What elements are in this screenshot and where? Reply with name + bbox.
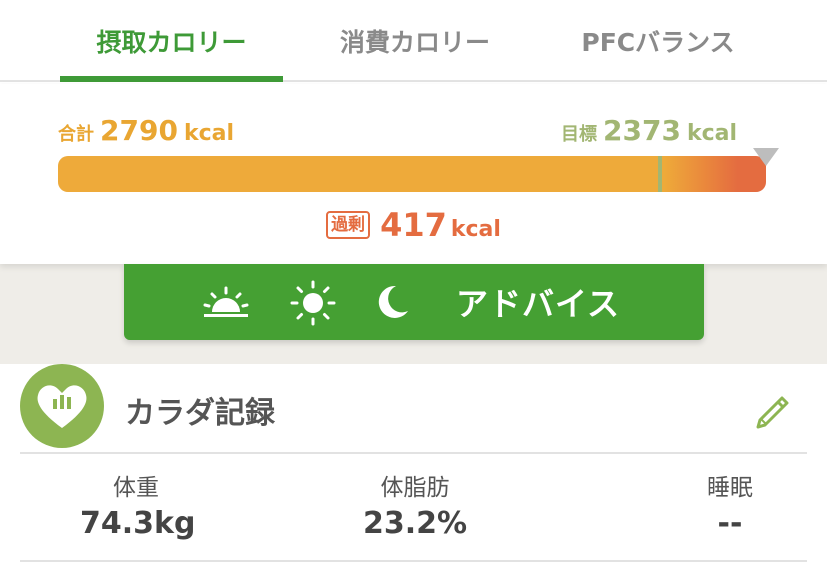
- target-unit: kcal: [686, 121, 737, 146]
- total-value: 2790: [100, 114, 178, 147]
- calorie-summary-card: 合計 2790 kcal 目標 2373 kcal 過剰 417 kcal: [0, 84, 827, 264]
- body-record-section: カラダ記録 体重 74.3kg 体脂肪 23.2% 睡眠 --: [0, 364, 827, 571]
- target-value: 2373: [603, 114, 681, 147]
- tab-intake-calories[interactable]: 摂取カロリー: [60, 0, 283, 82]
- sleep-label: 睡眠: [707, 475, 753, 501]
- advice-button[interactable]: アドバイス: [124, 264, 704, 340]
- total-label: 合計: [58, 124, 94, 145]
- sunrise-icon: [203, 286, 249, 317]
- weight-label: 体重: [113, 475, 159, 501]
- weight-value: 74.3kg: [80, 506, 196, 541]
- tab-burned-calories[interactable]: 消費カロリー: [305, 0, 525, 82]
- body-fat-value: 23.2%: [362, 506, 468, 541]
- target-line: [658, 156, 663, 192]
- active-tab-indicator: [60, 76, 283, 82]
- pencil-icon[interactable]: [752, 388, 794, 430]
- target-calories: 目標 2373 kcal: [561, 114, 737, 147]
- sun-icon: [290, 280, 336, 326]
- metric-weight[interactable]: 体重 74.3kg: [80, 468, 196, 541]
- target-label: 目標: [561, 124, 597, 145]
- tab-bar: 摂取カロリー 消費カロリー PFCバランス: [0, 0, 827, 82]
- moon-icon: [378, 285, 408, 318]
- tab-pfc-balance[interactable]: PFCバランス: [548, 0, 768, 82]
- sleep-value: --: [717, 506, 743, 541]
- total-unit: kcal: [183, 121, 234, 146]
- divider: [20, 452, 807, 454]
- excess-value: 417: [380, 206, 447, 244]
- excess-unit: kcal: [450, 217, 501, 242]
- advice-label: アドバイス: [456, 285, 621, 323]
- calorie-progress-bar: [58, 156, 766, 192]
- excess-badge: 過剰: [326, 211, 371, 239]
- body-record-title: カラダ記録: [125, 396, 275, 431]
- target-marker-icon: [753, 148, 779, 166]
- excess-calories: 過剰 417 kcal: [0, 206, 827, 244]
- metric-sleep[interactable]: 睡眠 --: [688, 468, 772, 541]
- divider: [20, 560, 807, 562]
- body-fat-label: 体脂肪: [380, 475, 450, 501]
- total-calories: 合計 2790 kcal: [58, 114, 234, 147]
- heart-chart-icon: [20, 364, 104, 448]
- metric-body-fat[interactable]: 体脂肪 23.2%: [350, 468, 480, 541]
